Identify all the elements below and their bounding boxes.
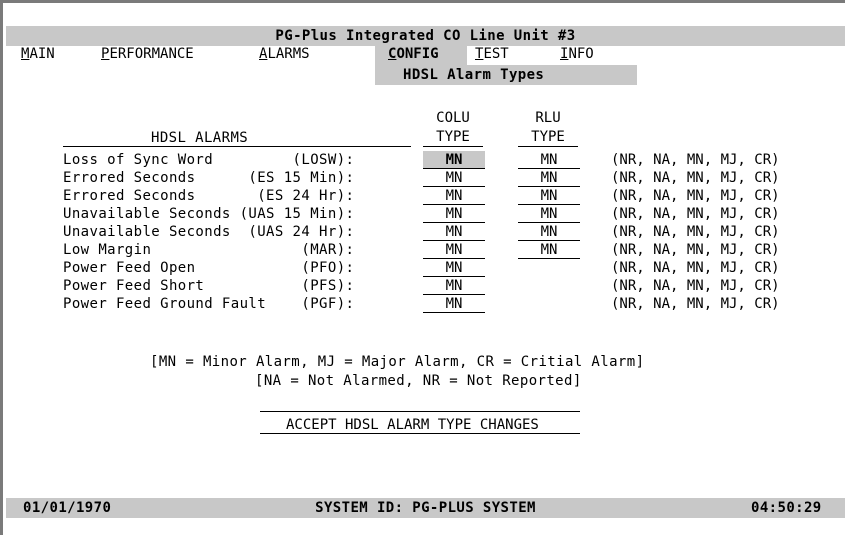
- menu-info[interactable]: INFO: [560, 45, 594, 63]
- row-label: Power Feed Short (PFS):: [63, 278, 355, 294]
- colu-type-field[interactable]: MN: [423, 259, 485, 277]
- allowed-values: (NR, NA, MN, MJ, CR): [611, 170, 780, 186]
- row-label: Power Feed Open (PFO):: [63, 260, 355, 276]
- rlu-header-line2: TYPE: [531, 129, 565, 145]
- menu-test[interactable]: TEST: [475, 45, 509, 63]
- rlu-type-field[interactable]: MN: [518, 223, 580, 241]
- allowed-values: (NR, NA, MN, MJ, CR): [611, 278, 780, 294]
- menu-config[interactable]: CONFIG: [388, 45, 439, 63]
- allowed-values: (NR, NA, MN, MJ, CR): [611, 206, 780, 222]
- terminal-screen: PG-Plus Integrated CO Line Unit #3 MAIN …: [0, 0, 845, 535]
- colu-type-field[interactable]: MN: [423, 223, 485, 241]
- allowed-values: (NR, NA, MN, MJ, CR): [611, 152, 780, 168]
- accept-overline: [260, 411, 580, 412]
- status-system-id: SYSTEM ID: PG-PLUS SYSTEM: [315, 500, 536, 516]
- menu-main[interactable]: MAIN: [21, 45, 55, 63]
- allowed-values: (NR, NA, MN, MJ, CR): [611, 242, 780, 258]
- submenu-title: HDSL Alarm Types: [403, 67, 545, 83]
- colu-header-line1: COLU: [436, 110, 470, 126]
- legend-line-2: [NA = Not Alarmed, NR = Not Reported]: [255, 373, 582, 389]
- rlu-header-line1: RLU: [535, 110, 561, 126]
- colu-type-field[interactable]: MN: [423, 169, 485, 187]
- row-label: Unavailable Seconds (UAS 15 Min):: [63, 206, 355, 222]
- rlu-type-field[interactable]: MN: [518, 151, 580, 169]
- rlu-header-underline: [518, 146, 578, 147]
- accept-changes-button[interactable]: ACCEPT HDSL ALARM TYPE CHANGES: [260, 416, 580, 434]
- row-label: Loss of Sync Word (LOSW):: [63, 152, 355, 168]
- legend-line-1: [MN = Minor Alarm, MJ = Major Alarm, CR …: [150, 354, 645, 370]
- row-label: Power Feed Ground Fault (PGF):: [63, 296, 355, 312]
- rlu-type-field[interactable]: MN: [518, 169, 580, 187]
- rlu-type-field[interactable]: MN: [518, 205, 580, 223]
- colu-header-line2: TYPE: [436, 129, 470, 145]
- colu-type-field[interactable]: MN: [423, 295, 485, 313]
- colu-type-field[interactable]: MN: [423, 205, 485, 223]
- colu-type-field[interactable]: MN: [423, 187, 485, 205]
- allowed-values: (NR, NA, MN, MJ, CR): [611, 188, 780, 204]
- rlu-type-field[interactable]: MN: [518, 241, 580, 259]
- row-label: Unavailable Seconds (UAS 24 Hr):: [63, 224, 355, 240]
- colu-type-field[interactable]: MN: [423, 277, 485, 295]
- row-label: Errored Seconds (ES 24 Hr):: [63, 188, 355, 204]
- row-label: Low Margin (MAR):: [63, 242, 355, 258]
- rlu-type-field[interactable]: MN: [518, 187, 580, 205]
- allowed-values: (NR, NA, MN, MJ, CR): [611, 296, 780, 312]
- colu-type-field[interactable]: MN: [423, 151, 485, 169]
- colu-header-underline: [423, 146, 483, 147]
- header-underline: [63, 146, 411, 147]
- menu-performance[interactable]: PERFORMANCE: [101, 45, 194, 63]
- window-title: PG-Plus Integrated CO Line Unit #3: [275, 28, 576, 44]
- allowed-values: (NR, NA, MN, MJ, CR): [611, 260, 780, 276]
- colu-type-field[interactable]: MN: [423, 241, 485, 259]
- allowed-values: (NR, NA, MN, MJ, CR): [611, 224, 780, 240]
- hdsl-alarms-header: HDSL ALARMS: [151, 130, 249, 146]
- row-label: Errored Seconds (ES 15 Min):: [63, 170, 355, 186]
- status-time: 04:50:29: [751, 500, 822, 516]
- menu-alarms[interactable]: ALARMS: [259, 45, 310, 63]
